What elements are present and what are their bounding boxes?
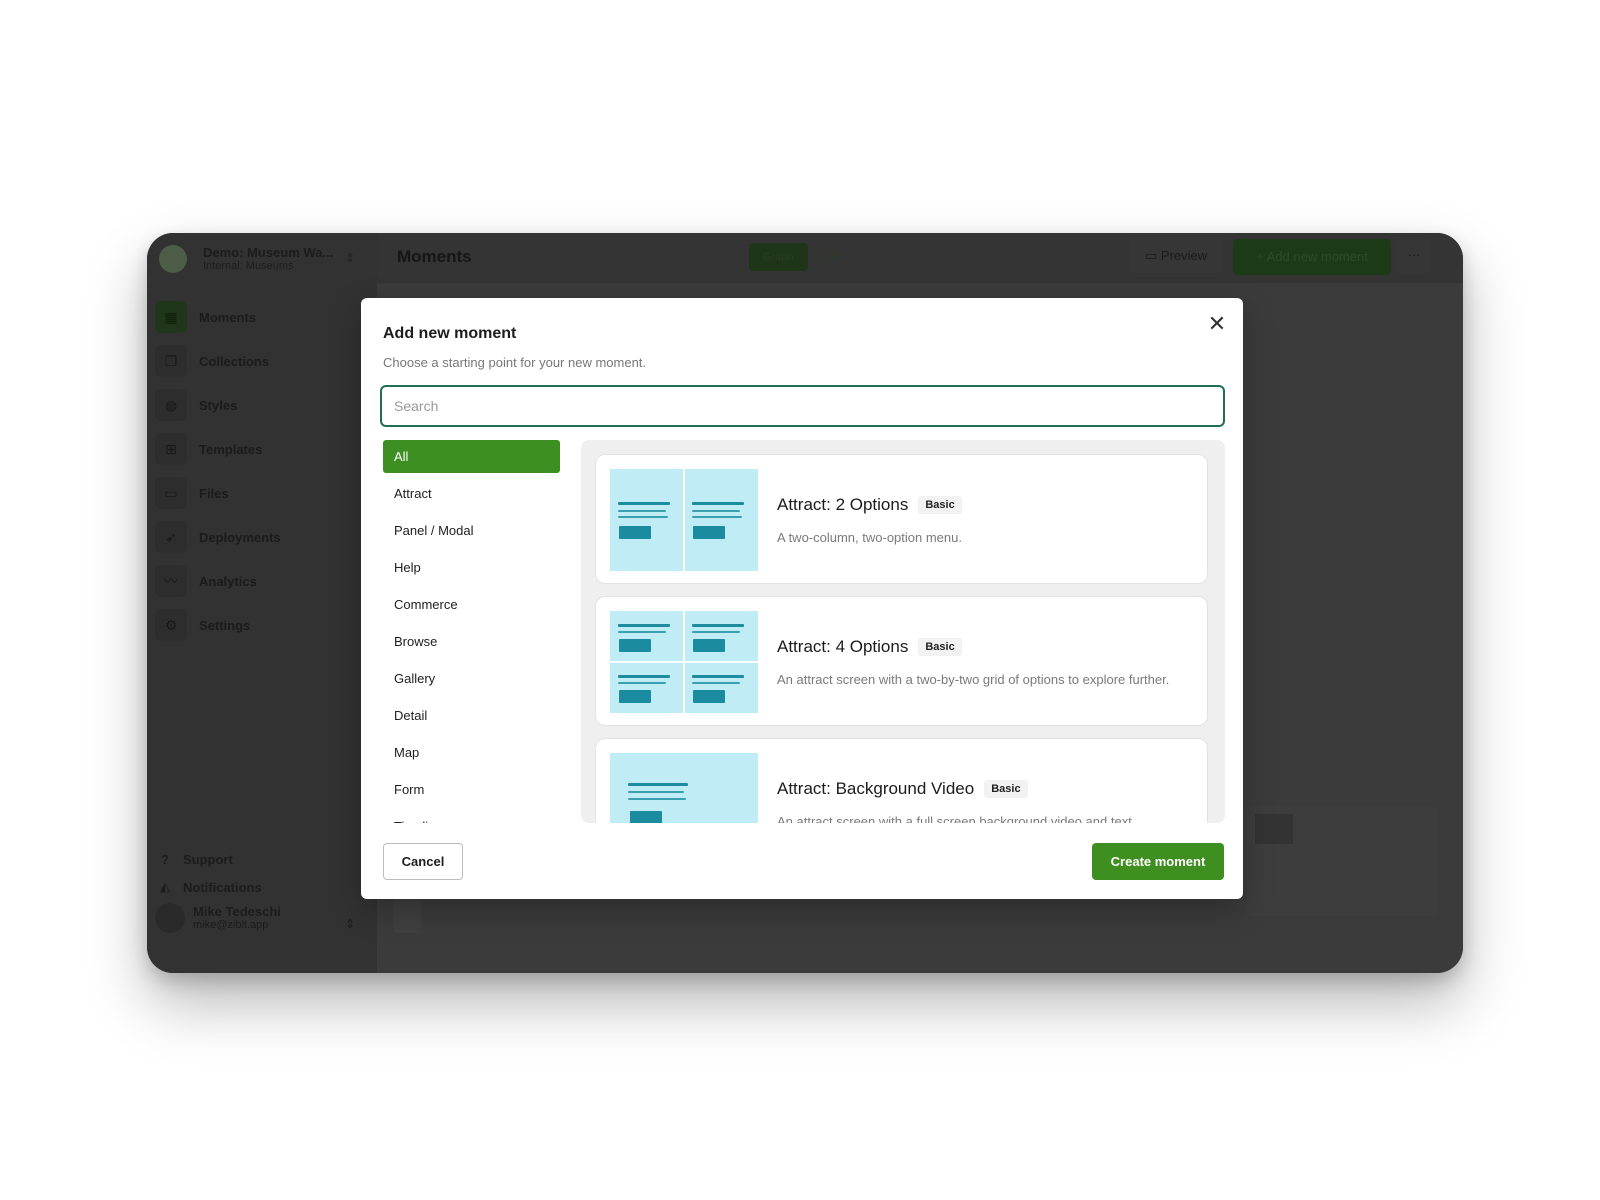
notifications-label: Notifications: [183, 879, 262, 895]
canvas-node: [1255, 814, 1293, 844]
org-subtitle: Internal: Museums: [203, 260, 294, 272]
template-card-attract-2-options[interactable]: Attract: 2 Options Basic A two-column, tw…: [595, 454, 1208, 584]
notifications-link[interactable]: ◭ Notifications: [157, 873, 367, 901]
add-moment-dialog: Add new moment Choose a starting point f…: [361, 298, 1243, 899]
sidebar-item-analytics[interactable]: 〰 Analytics: [155, 563, 369, 599]
template-list[interactable]: Attract: 2 Options Basic A two-column, tw…: [581, 440, 1225, 823]
sidebar-item-deployments[interactable]: ➶ Deployments: [155, 519, 369, 555]
close-icon[interactable]: ✕: [1205, 312, 1229, 336]
category-help[interactable]: Help: [383, 551, 560, 584]
tab-graph[interactable]: Graph: [749, 243, 808, 271]
template-thumbnail: [610, 611, 758, 713]
category-gallery[interactable]: Gallery: [383, 662, 560, 695]
tab-list[interactable]: List: [808, 243, 853, 271]
sidebar-item-collections[interactable]: ❐ Collections: [155, 343, 369, 379]
support-link[interactable]: ? Support: [157, 845, 367, 873]
search-input[interactable]: [380, 385, 1225, 427]
template-badge: Basic: [984, 780, 1028, 798]
templates-icon: ⊞: [155, 433, 187, 465]
plus-icon: +: [1256, 249, 1267, 264]
folder-icon: ▭: [155, 477, 187, 509]
sidebar-item-settings[interactable]: ⚙ Settings: [155, 607, 369, 643]
template-thumbnail: [610, 469, 758, 571]
chevron-updown-icon[interactable]: ⇕: [345, 251, 355, 265]
dialog-title: Add new moment: [383, 325, 517, 342]
category-commerce[interactable]: Commerce: [383, 588, 560, 621]
user-name: Mike Tedeschi: [193, 904, 281, 919]
support-label: Support: [183, 851, 233, 867]
gear-icon: ⚙: [155, 609, 187, 641]
template-card-attract-4-options[interactable]: Attract: 4 Options Basic An attract scree…: [595, 596, 1208, 726]
sidebar-item-label: Analytics: [199, 573, 257, 589]
sidebar-item-label: Settings: [199, 617, 251, 633]
sidebar-item-label: Moments: [199, 309, 257, 325]
org-switcher[interactable]: Demo: Museum Wa... Internal: Museums: [159, 245, 333, 273]
category-list: All Attract Panel / Modal Help Commerce …: [383, 440, 560, 823]
chevron-updown-icon[interactable]: ⇕: [345, 917, 355, 931]
sidebar-item-label: Collections: [199, 353, 270, 369]
app-sidebar: Demo: Museum Wa... Internal: Museums ⇕ ▦…: [147, 233, 377, 973]
category-all[interactable]: All: [383, 440, 560, 473]
template-title-text: Attract: Background Video: [777, 779, 975, 798]
sidebar-item-moments[interactable]: ▦ Moments: [155, 299, 369, 335]
org-logo: [159, 245, 187, 273]
template-description: A two-column, two-option menu.: [777, 530, 962, 545]
user-menu[interactable]: Mike Tedeschi mike@zibit.app: [155, 903, 281, 933]
category-detail[interactable]: Detail: [383, 699, 560, 732]
preview-label: Preview: [1160, 248, 1208, 263]
template-description: An attract screen with a two-by-two grid…: [777, 672, 1170, 687]
video-icon: ▭: [1145, 248, 1161, 263]
create-moment-button[interactable]: Create moment: [1092, 843, 1224, 880]
add-moment-label: Add new moment: [1266, 249, 1368, 264]
topbar: Moments Graph List ▭ Preview + Add new m…: [377, 233, 1463, 283]
category-panel-modal[interactable]: Panel / Modal: [383, 514, 560, 547]
sidebar-nav: ▦ Moments ❐ Collections ◍ Styles ⊞ Templ…: [155, 299, 369, 651]
template-title: Attract: Background Video Basic: [777, 779, 1028, 799]
category-attract[interactable]: Attract: [383, 477, 560, 510]
palette-icon: ◍: [155, 389, 187, 421]
template-title: Attract: 2 Options Basic: [777, 495, 962, 515]
add-new-moment-button[interactable]: + Add new moment: [1233, 239, 1391, 275]
sidebar-item-label: Files: [199, 485, 229, 501]
template-badge: Basic: [918, 496, 962, 514]
category-form[interactable]: Form: [383, 773, 560, 806]
analytics-icon: 〰: [155, 565, 187, 597]
bell-icon: ◭: [160, 879, 170, 894]
category-browse[interactable]: Browse: [383, 625, 560, 658]
sidebar-item-templates[interactable]: ⊞ Templates: [155, 431, 369, 467]
template-badge: Basic: [918, 638, 962, 656]
cancel-button[interactable]: Cancel: [383, 843, 463, 880]
user-email: mike@zibit.app: [193, 919, 269, 931]
sidebar-item-label: Deployments: [199, 529, 281, 545]
view-toggle: Graph List: [749, 243, 853, 271]
category-map[interactable]: Map: [383, 736, 560, 769]
template-title-text: Attract: 4 Options: [777, 637, 909, 656]
avatar: [155, 903, 185, 933]
template-title: Attract: 4 Options Basic: [777, 637, 962, 657]
template-title-text: Attract: 2 Options: [777, 495, 909, 514]
dialog-subtitle: Choose a starting point for your new mom…: [383, 355, 647, 370]
sidebar-item-label: Styles: [199, 397, 238, 413]
collections-icon: ❐: [155, 345, 187, 377]
rocket-icon: ➶: [155, 521, 187, 553]
moments-icon: ▦: [155, 301, 187, 333]
more-icon[interactable]: ···: [1397, 239, 1431, 273]
org-name: Demo: Museum Wa...: [203, 245, 334, 260]
template-card-attract-background-video[interactable]: Attract: Background Video Basic An attrac…: [595, 738, 1208, 823]
category-timeline[interactable]: Timeline: [383, 810, 560, 823]
preview-button[interactable]: ▭ Preview: [1129, 239, 1224, 273]
sidebar-item-label: Templates: [199, 441, 263, 457]
template-thumbnail: [610, 753, 758, 823]
sidebar-footer: ? Support ◭ Notifications: [157, 845, 367, 901]
sidebar-item-files[interactable]: ▭ Files: [155, 475, 369, 511]
page-title: Moments: [397, 247, 472, 266]
help-circle-icon: ?: [161, 851, 169, 867]
sidebar-item-styles[interactable]: ◍ Styles: [155, 387, 369, 423]
template-description: An attract screen with a full screen bac…: [777, 814, 1132, 823]
